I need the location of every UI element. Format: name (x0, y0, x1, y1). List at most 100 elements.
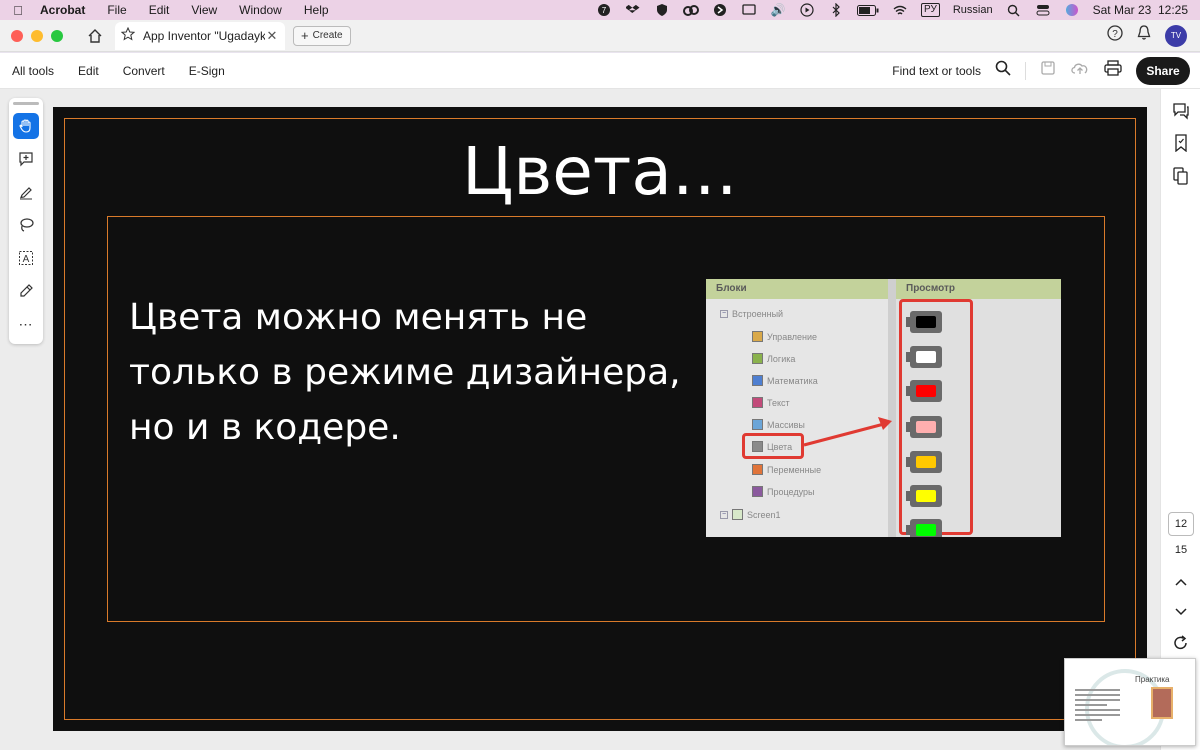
vpn-icon[interactable] (712, 3, 728, 17)
bookmarks-icon[interactable] (1172, 134, 1190, 152)
previous-page-icon[interactable] (1172, 575, 1190, 589)
help-icon[interactable]: ? (1107, 25, 1123, 46)
rail-drag-handle[interactable] (13, 102, 39, 105)
color-block (906, 485, 942, 507)
colors-category-highlight (742, 433, 804, 459)
category-swatch (752, 375, 763, 386)
apple-menu-icon[interactable]:  (0, 3, 36, 18)
save-icon[interactable] (1040, 60, 1056, 81)
menu-window[interactable]: Window (228, 3, 293, 17)
share-button[interactable]: Share (1136, 56, 1190, 85)
quick-tools-rail: A ⋯ (9, 98, 43, 344)
convert-button[interactable]: Convert (111, 64, 177, 78)
home-icon[interactable] (85, 26, 105, 46)
close-tab-icon[interactable]: ✕ (265, 28, 279, 44)
tree-item: Массивы (752, 419, 805, 430)
tree-item-label: Переменные (767, 464, 822, 475)
tree-item-label: Текст (767, 397, 790, 408)
menu-view[interactable]: View (180, 3, 228, 17)
display-icon[interactable] (741, 3, 757, 17)
toolbar-divider (1025, 61, 1026, 80)
input-language-label[interactable]: Russian (953, 4, 993, 16)
thumbnail-title: Практика (1135, 675, 1170, 684)
page-thumbnails-icon[interactable] (1172, 167, 1190, 185)
embedded-screenshot: Блоки Просмотр − Встроенный Управление Л… (706, 279, 1061, 537)
find-text-or-tools[interactable]: Find text or tools (892, 64, 981, 78)
slide-body-text: Цвета можно менять не только в режиме ди… (129, 290, 729, 455)
wifi-icon[interactable] (892, 3, 908, 17)
color-block (906, 451, 942, 473)
spotlight-search-icon[interactable] (1006, 3, 1022, 17)
siri-icon[interactable] (1064, 3, 1080, 17)
star-icon[interactable] (120, 26, 137, 44)
total-pages: 15 (1174, 544, 1188, 556)
svg-text:?: ? (1112, 29, 1118, 40)
create-button[interactable]: + Create (293, 25, 351, 46)
page-thumbnail-preview[interactable]: Практика (1064, 658, 1196, 746)
play-icon[interactable] (799, 3, 815, 17)
next-page-icon[interactable] (1172, 605, 1190, 619)
category-swatch (752, 486, 763, 497)
more-tools-icon[interactable]: ⋯ (13, 311, 39, 337)
category-swatch (752, 331, 763, 342)
print-icon[interactable] (1104, 60, 1122, 81)
blocks-panel-header: Блоки (706, 279, 888, 299)
app-menu[interactable]: Acrobat (36, 3, 96, 17)
thumbnail-image (1151, 687, 1173, 719)
bluetooth-icon[interactable] (828, 3, 844, 17)
minimize-window-button[interactable] (31, 29, 43, 42)
document-tab[interactable]: App Inventor "Ugadayk... ✕ (115, 21, 285, 50)
clock[interactable]: Sat Mar 23 12:25 (1093, 3, 1188, 17)
lasso-draw-icon[interactable] (13, 212, 39, 238)
tree-item: Математика (752, 375, 818, 386)
pointer-arrow (803, 417, 892, 447)
panel-divider (888, 279, 896, 537)
category-swatch (752, 464, 763, 475)
all-tools-button[interactable]: All tools (0, 64, 66, 78)
edit-button[interactable]: Edit (66, 64, 111, 78)
hand-tool-icon[interactable] (13, 113, 39, 139)
right-panel-rail: 12 15 (1160, 89, 1200, 750)
svg-text:7: 7 (602, 6, 607, 15)
menu-file[interactable]: File (96, 3, 137, 17)
upload-cloud-icon[interactable] (1070, 60, 1090, 81)
collapse-icon: − (720, 310, 728, 318)
dropbox-icon[interactable] (625, 3, 641, 17)
tree-item-label: Процедуры (767, 486, 815, 497)
tree-item: Процедуры (752, 486, 814, 497)
viewer-panel-header: Просмотр (896, 279, 1061, 299)
battery-icon[interactable] (857, 3, 879, 17)
document-tab-title: App Inventor "Ugadayk... (143, 28, 265, 43)
color-block (906, 380, 942, 402)
comments-icon[interactable] (1172, 102, 1190, 120)
zoom-window-button[interactable] (51, 29, 63, 42)
tree-item: Логика (752, 353, 795, 364)
color-block (906, 416, 942, 438)
shield-icon[interactable] (654, 3, 670, 17)
esign-button[interactable]: E-Sign (177, 64, 237, 78)
sign-pen-icon[interactable] (13, 278, 39, 304)
add-comment-icon[interactable] (13, 146, 39, 172)
current-page-input[interactable]: 12 (1168, 512, 1194, 536)
tree-item-label: Screen1 (747, 509, 781, 520)
volume-icon[interactable]: 🔊 (770, 3, 786, 17)
text-select-icon[interactable]: A (13, 245, 39, 271)
tree-item: − Встроенный (720, 309, 783, 319)
menu-help[interactable]: Help (293, 3, 340, 17)
creative-cloud-icon[interactable] (683, 3, 700, 17)
rotate-refresh-icon[interactable] (1172, 635, 1190, 654)
tree-item-label: Управление (767, 331, 818, 342)
control-center-icon[interactable] (1035, 3, 1051, 17)
avatar[interactable]: TV (1165, 24, 1187, 47)
input-source-badge[interactable]: РУ (921, 3, 940, 17)
search-icon[interactable] (995, 60, 1011, 81)
tree-item: Текст (752, 397, 790, 408)
tree-item-label: Математика (767, 375, 818, 386)
notification-badge-icon[interactable]: 7 (596, 3, 612, 17)
main-toolbar: All tools Edit Convert E-Sign Find text … (0, 53, 1200, 89)
highlight-pen-icon[interactable] (13, 179, 39, 205)
menu-edit[interactable]: Edit (138, 3, 181, 17)
bell-icon[interactable] (1137, 25, 1151, 46)
tree-item-label: Логика (767, 353, 796, 364)
close-window-button[interactable] (11, 29, 23, 42)
